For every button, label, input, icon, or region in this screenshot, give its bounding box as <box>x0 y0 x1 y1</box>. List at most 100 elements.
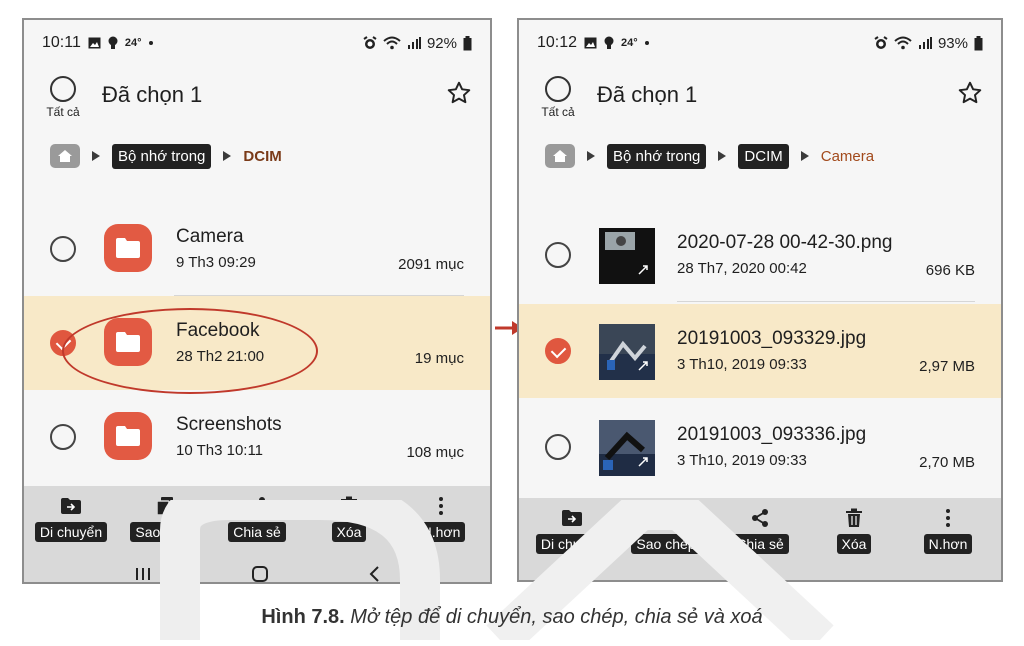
status-time: 10:12 <box>537 34 578 51</box>
caption-figure-number: Hình 7.8. <box>261 606 345 628</box>
item-size: 2,70 MB <box>919 454 975 471</box>
image-thumbnail <box>599 420 655 476</box>
item-size: 696 KB <box>925 262 975 279</box>
move-label: Di chuyển <box>535 534 609 554</box>
more-icon <box>946 509 950 527</box>
system-nav-bar <box>24 562 490 583</box>
right-phone-screen: 10:12 24° 93% Tất cả Đã chọn 1 Bộ nhớ tr… <box>517 18 1003 582</box>
alarm-icon <box>874 36 888 49</box>
left-phone-screen: 10:11 24° 92% Tất cả Đã chọn 1 Bộ nhớ tr… <box>22 18 492 584</box>
select-all-radio[interactable] <box>545 76 571 102</box>
item-count: 108 mục <box>406 444 464 461</box>
copy-label: Sao chép <box>631 534 701 554</box>
delete-button[interactable]: Xóa <box>306 494 392 542</box>
share-button[interactable]: Chia sẻ <box>717 506 803 554</box>
share-icon <box>249 497 265 515</box>
share-label: Chia sẻ <box>228 522 286 542</box>
share-label: Chia sẻ <box>731 534 789 554</box>
item-checkbox[interactable] <box>50 236 76 262</box>
select-all-radio[interactable] <box>50 76 76 102</box>
list-item[interactable]: Camera 9 Th3 09:29 2091 mục <box>24 202 490 296</box>
selection-title: Đã chọn 1 <box>597 82 698 107</box>
breadcrumb-current: Camera <box>820 147 875 165</box>
home-nav-icon[interactable] <box>251 565 269 583</box>
star-icon[interactable] <box>446 80 472 106</box>
action-bar: Di chuyển Sao chép Chia sẻ Xóa N.hơn <box>519 498 1001 580</box>
image-thumbnail <box>599 324 655 380</box>
item-date: 28 Th7, 2020 00:42 <box>677 260 807 277</box>
status-bar: 10:11 24° 92% <box>24 20 490 66</box>
breadcrumb-dcim[interactable]: DCIM <box>738 143 789 169</box>
select-all-toggle[interactable]: Tất cả <box>38 76 88 119</box>
selection-title: Đã chọn 1 <box>102 82 203 107</box>
more-label: N.hơn <box>416 522 466 542</box>
copy-button[interactable]: Sao chép <box>623 506 709 554</box>
delete-button[interactable]: Xóa <box>811 506 897 554</box>
list-item[interactable]: Screenshots 10 Th3 10:11 108 mục <box>24 390 490 484</box>
breadcrumb: Bộ nhớ trong DCIM Camera <box>545 140 874 172</box>
item-name: 2020-07-28 00-42-30.png <box>677 232 893 253</box>
home-icon <box>553 150 567 162</box>
select-all-toggle[interactable]: Tất cả <box>533 76 583 119</box>
trash-icon <box>341 496 357 515</box>
breadcrumb-current: DCIM <box>243 147 282 165</box>
breadcrumb-arrow-icon <box>92 151 100 161</box>
select-all-label: Tất cả <box>46 105 80 119</box>
more-button[interactable]: N.hơn <box>905 506 991 554</box>
gallery-icon <box>584 37 597 49</box>
list-item-selected[interactable]: 20191003_093329.jpg 3 Th10, 2019 09:33 2… <box>519 304 1001 398</box>
more-button[interactable]: N.hơn <box>398 494 484 542</box>
move-label: Di chuyển <box>34 522 108 542</box>
copy-button[interactable]: Sao chép <box>122 494 208 542</box>
share-button[interactable]: Chia sẻ <box>214 494 300 542</box>
item-checkbox-checked[interactable] <box>545 338 571 364</box>
caption-text: Mở tệp để di chuyển, sao chép, chia sẻ v… <box>350 606 763 628</box>
item-name: Screenshots <box>176 414 282 435</box>
back-icon[interactable] <box>368 565 380 583</box>
selection-app-bar: Tất cả Đã chọn 1 <box>24 72 490 132</box>
breadcrumb-arrow-icon <box>718 151 727 161</box>
breadcrumb-arrow-icon <box>800 151 809 161</box>
copy-icon <box>657 509 674 528</box>
notification-dot <box>644 41 649 45</box>
item-date: 9 Th3 09:29 <box>176 254 256 271</box>
status-temperature: 24° <box>621 37 638 49</box>
item-name: 20191003_093329.jpg <box>677 328 867 349</box>
status-temperature: 24° <box>124 37 142 49</box>
battery-percent: 92% <box>426 34 457 52</box>
move-button[interactable]: Di chuyển <box>28 494 114 542</box>
delete-label: Xóa <box>836 534 872 554</box>
list-item[interactable]: 2020-07-28 00-42-30.png 28 Th7, 2020 00:… <box>519 208 1001 302</box>
breadcrumb-internal-storage[interactable]: Bộ nhớ trong <box>607 143 707 169</box>
home-button[interactable] <box>50 144 80 168</box>
figure-caption: Hình 7.8. Mở tệp để di chuyển, sao chép,… <box>0 606 1024 629</box>
folder-icon <box>104 224 152 272</box>
bulb-icon <box>604 36 614 49</box>
wifi-icon <box>383 36 401 50</box>
item-size: 2,97 MB <box>919 358 975 375</box>
delete-label: Xóa <box>331 522 367 542</box>
folder-icon <box>104 412 152 460</box>
home-icon <box>58 150 72 162</box>
list-item[interactable]: 20191003_093336.jpg 3 Th10, 2019 09:33 2… <box>519 400 1001 494</box>
item-name: Camera <box>176 226 244 247</box>
more-icon <box>439 497 443 515</box>
row-divider <box>677 301 975 302</box>
home-button[interactable] <box>545 144 575 168</box>
item-checkbox[interactable] <box>545 242 571 268</box>
notification-dot <box>148 41 153 45</box>
move-button[interactable]: Di chuyển <box>529 506 615 554</box>
item-checkbox[interactable] <box>545 434 571 460</box>
selection-app-bar: Tất cả Đã chọn 1 <box>519 72 1001 132</box>
star-icon[interactable] <box>957 80 983 106</box>
bulb-icon <box>108 36 118 49</box>
breadcrumb-arrow-icon <box>223 151 232 161</box>
wifi-icon <box>894 36 912 50</box>
highlight-ellipse <box>62 308 318 394</box>
recents-icon[interactable] <box>134 566 152 582</box>
breadcrumb-internal-storage[interactable]: Bộ nhớ trong <box>112 143 212 169</box>
trash-icon <box>846 508 862 527</box>
item-checkbox[interactable] <box>50 424 76 450</box>
battery-icon <box>463 35 472 50</box>
image-thumbnail <box>599 228 655 284</box>
